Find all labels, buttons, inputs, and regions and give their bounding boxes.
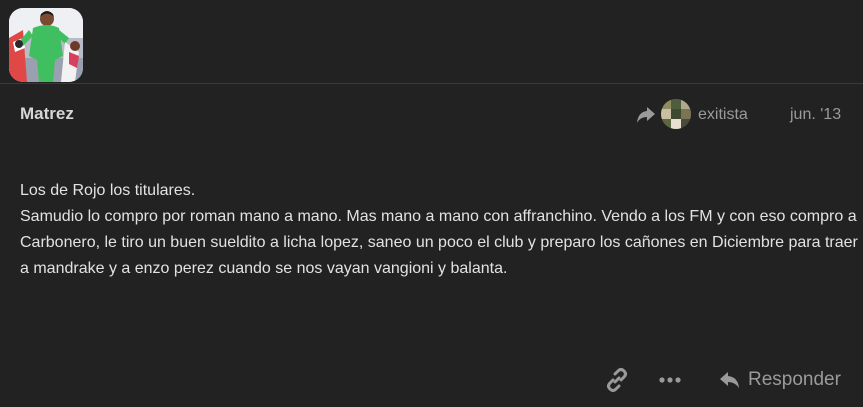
- post-body-line: Samudio lo compro por roman mano a mano.…: [20, 208, 858, 277]
- post-date[interactable]: jun. '13: [790, 106, 841, 124]
- reply-to-username[interactable]: exitista: [698, 106, 748, 124]
- post-username[interactable]: Matrez: [20, 104, 74, 124]
- post-body-line: Los de Rojo los titulares.: [20, 182, 196, 199]
- user-avatar[interactable]: [9, 8, 83, 82]
- reply-icon: [718, 368, 742, 392]
- post-body: Los de Rojo los titulares. Samudio lo co…: [20, 178, 860, 282]
- reply-to-avatar[interactable]: [661, 99, 691, 129]
- ellipsis-icon[interactable]: [657, 368, 683, 392]
- link-icon[interactable]: [604, 367, 630, 393]
- reply-button-label: Responder: [748, 369, 841, 390]
- reply-button[interactable]: Responder: [718, 367, 841, 393]
- header-divider: [0, 83, 863, 84]
- share-arrow-icon[interactable]: [635, 104, 657, 126]
- post: Matrez exitista jun. '13 Los de Rojo los…: [0, 0, 863, 407]
